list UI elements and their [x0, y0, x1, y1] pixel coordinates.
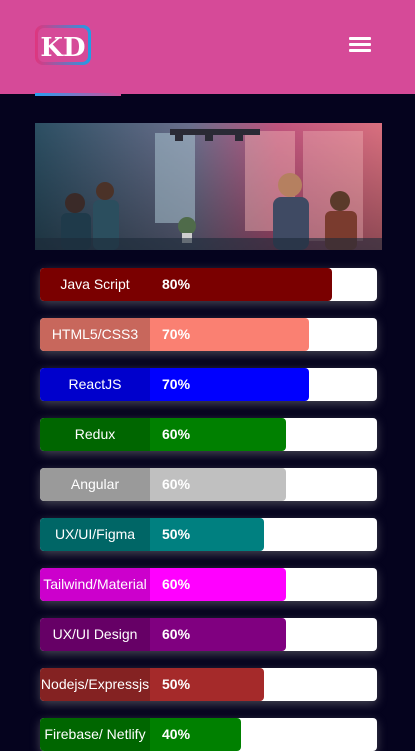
skill-row: ReactJS 70% [40, 368, 377, 401]
skill-percent: 70% [162, 326, 191, 342]
skill-row: UX/UI/Figma 50% [40, 518, 377, 551]
skill-percent: 60% [162, 476, 191, 492]
skill-row: Angular 60% [40, 468, 377, 501]
skill-row: Nodejs/Expressjs 50% [40, 668, 377, 701]
skill-percent: 50% [162, 526, 191, 542]
skill-row: HTML5/CSS3 70% [40, 318, 377, 351]
skill-row: Java Script 80% [40, 268, 377, 301]
skill-percent: 40% [162, 726, 191, 742]
skills-list: Java Script 80% HTML5/CSS3 70% ReactJS 70% Red… [0, 0, 415, 751]
skill-name: UX/UI/Figma [40, 518, 150, 551]
skill-row: Redux 60% [40, 418, 377, 451]
skill-percent: 70% [162, 376, 191, 392]
skill-name: Redux [40, 418, 150, 451]
skill-percent: 80% [162, 276, 191, 292]
skill-percent: 60% [162, 576, 191, 592]
skill-name: ReactJS [40, 368, 150, 401]
skill-percent: 50% [162, 676, 191, 692]
skill-name: Tailwind/Material [40, 568, 150, 601]
skill-percent: 60% [162, 626, 191, 642]
skill-percent: 60% [162, 426, 191, 442]
skill-row: UX/UI Design 60% [40, 618, 377, 651]
skill-name: HTML5/CSS3 [40, 318, 150, 351]
skill-name: Firebase/ Netlify [40, 718, 150, 751]
skill-row: Firebase/ Netlify 40% [40, 718, 377, 751]
skill-name: Angular [40, 468, 150, 501]
skill-name: UX/UI Design [40, 618, 150, 651]
skill-row: Tailwind/Material 60% [40, 568, 377, 601]
skill-name: Nodejs/Expressjs [40, 668, 150, 701]
skill-name: Java Script [40, 268, 150, 301]
